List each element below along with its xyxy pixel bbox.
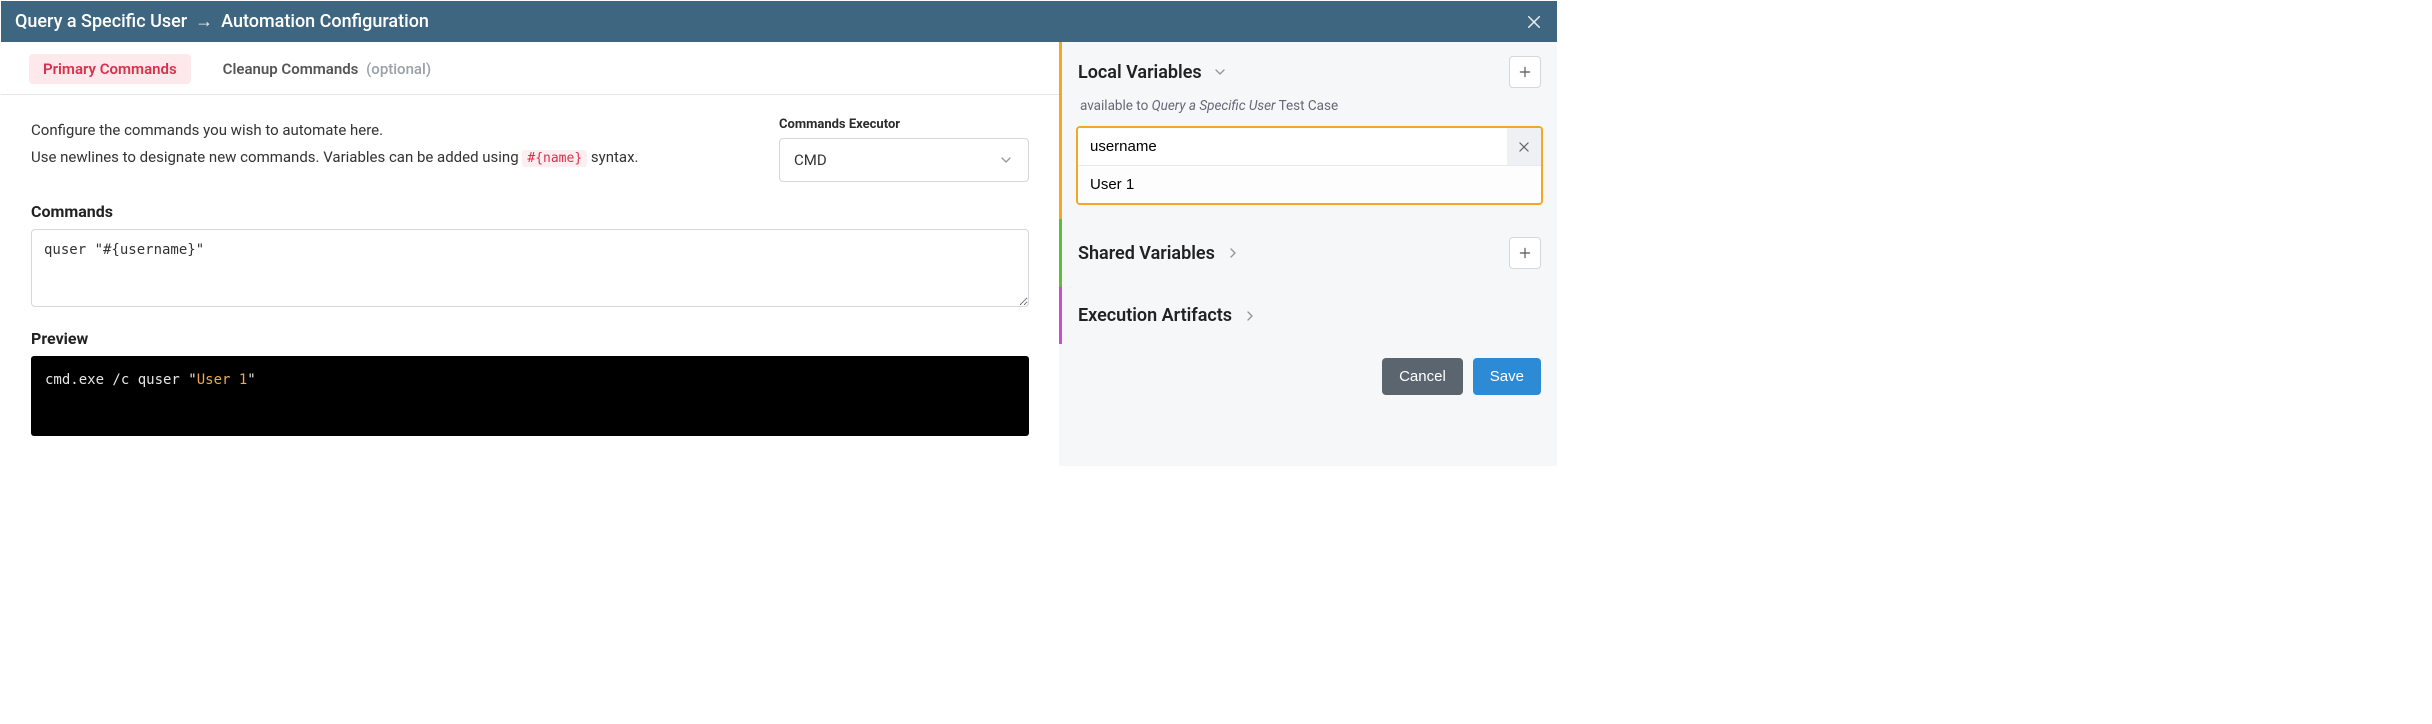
save-button[interactable]: Save	[1473, 358, 1541, 395]
chevron-right-icon[interactable]	[1225, 245, 1241, 261]
automation-config-modal: Query a Specific User → Automation Confi…	[0, 0, 1558, 467]
right-pane: Local Variables available to Query a Spe…	[1059, 42, 1557, 466]
tab-label: Primary Commands	[43, 60, 177, 78]
add-local-variable-button[interactable]	[1509, 56, 1541, 88]
preview-prefix: cmd.exe /c quser "	[45, 372, 197, 388]
executor-label: Commands Executor	[779, 117, 1029, 132]
preview-suffix: "	[247, 372, 255, 388]
local-variables-title: Local Variables	[1078, 62, 1202, 83]
variable-syntax-token: #{name}	[522, 150, 587, 167]
tab-optional-hint: (optional)	[366, 60, 431, 78]
chevron-down-icon[interactable]	[1212, 64, 1228, 80]
tab-cleanup-commands[interactable]: Cleanup Commands (optional)	[209, 54, 445, 84]
commands-label: Commands	[31, 202, 1029, 221]
preview-output: cmd.exe /c quser "User 1"	[31, 356, 1029, 436]
breadcrumb-page: Automation Configuration	[221, 11, 429, 32]
intro-line1: Configure the commands you wish to autom…	[31, 117, 739, 144]
execution-artifacts-title: Execution Artifacts	[1078, 305, 1232, 326]
executor-block: Commands Executor CMD	[779, 117, 1029, 182]
tabs-bar: Primary Commands Cleanup Commands (optio…	[1, 42, 1059, 95]
intro-line2: Use newlines to designate new commands. …	[31, 144, 739, 171]
shared-variables-title: Shared Variables	[1078, 243, 1215, 264]
left-pane: Primary Commands Cleanup Commands (optio…	[1, 42, 1059, 466]
variable-name-input[interactable]	[1078, 128, 1507, 165]
executor-value: CMD	[794, 151, 827, 169]
preview-label: Preview	[31, 329, 1029, 348]
breadcrumb-item: Query a Specific User	[15, 11, 187, 32]
cancel-button[interactable]: Cancel	[1382, 358, 1463, 395]
local-variables-subtitle: available to Query a Specific User Test …	[1062, 98, 1557, 126]
add-shared-variable-button[interactable]	[1509, 237, 1541, 269]
preview-highlight: User 1	[197, 372, 248, 388]
execution-artifacts-section: Execution Artifacts	[1059, 287, 1557, 344]
close-icon[interactable]	[1525, 13, 1543, 31]
shared-variables-section: Shared Variables	[1059, 219, 1557, 287]
tab-label: Cleanup Commands	[223, 60, 359, 78]
executor-select[interactable]: CMD	[779, 138, 1029, 182]
chevron-down-icon	[998, 152, 1014, 168]
intro-text: Configure the commands you wish to autom…	[31, 117, 739, 171]
modal-titlebar: Query a Specific User → Automation Confi…	[1, 1, 1557, 42]
local-variable-card	[1076, 126, 1543, 205]
breadcrumb-arrow: →	[195, 11, 213, 32]
chevron-right-icon[interactable]	[1242, 308, 1258, 324]
delete-variable-button[interactable]	[1507, 128, 1541, 165]
commands-textarea[interactable]	[31, 229, 1029, 307]
action-buttons: Cancel Save	[1059, 344, 1557, 395]
primary-panel: Configure the commands you wish to autom…	[1, 95, 1059, 466]
variable-value-input[interactable]	[1078, 166, 1541, 203]
local-variables-section: Local Variables available to Query a Spe…	[1059, 42, 1557, 219]
tab-primary-commands[interactable]: Primary Commands	[29, 54, 191, 84]
